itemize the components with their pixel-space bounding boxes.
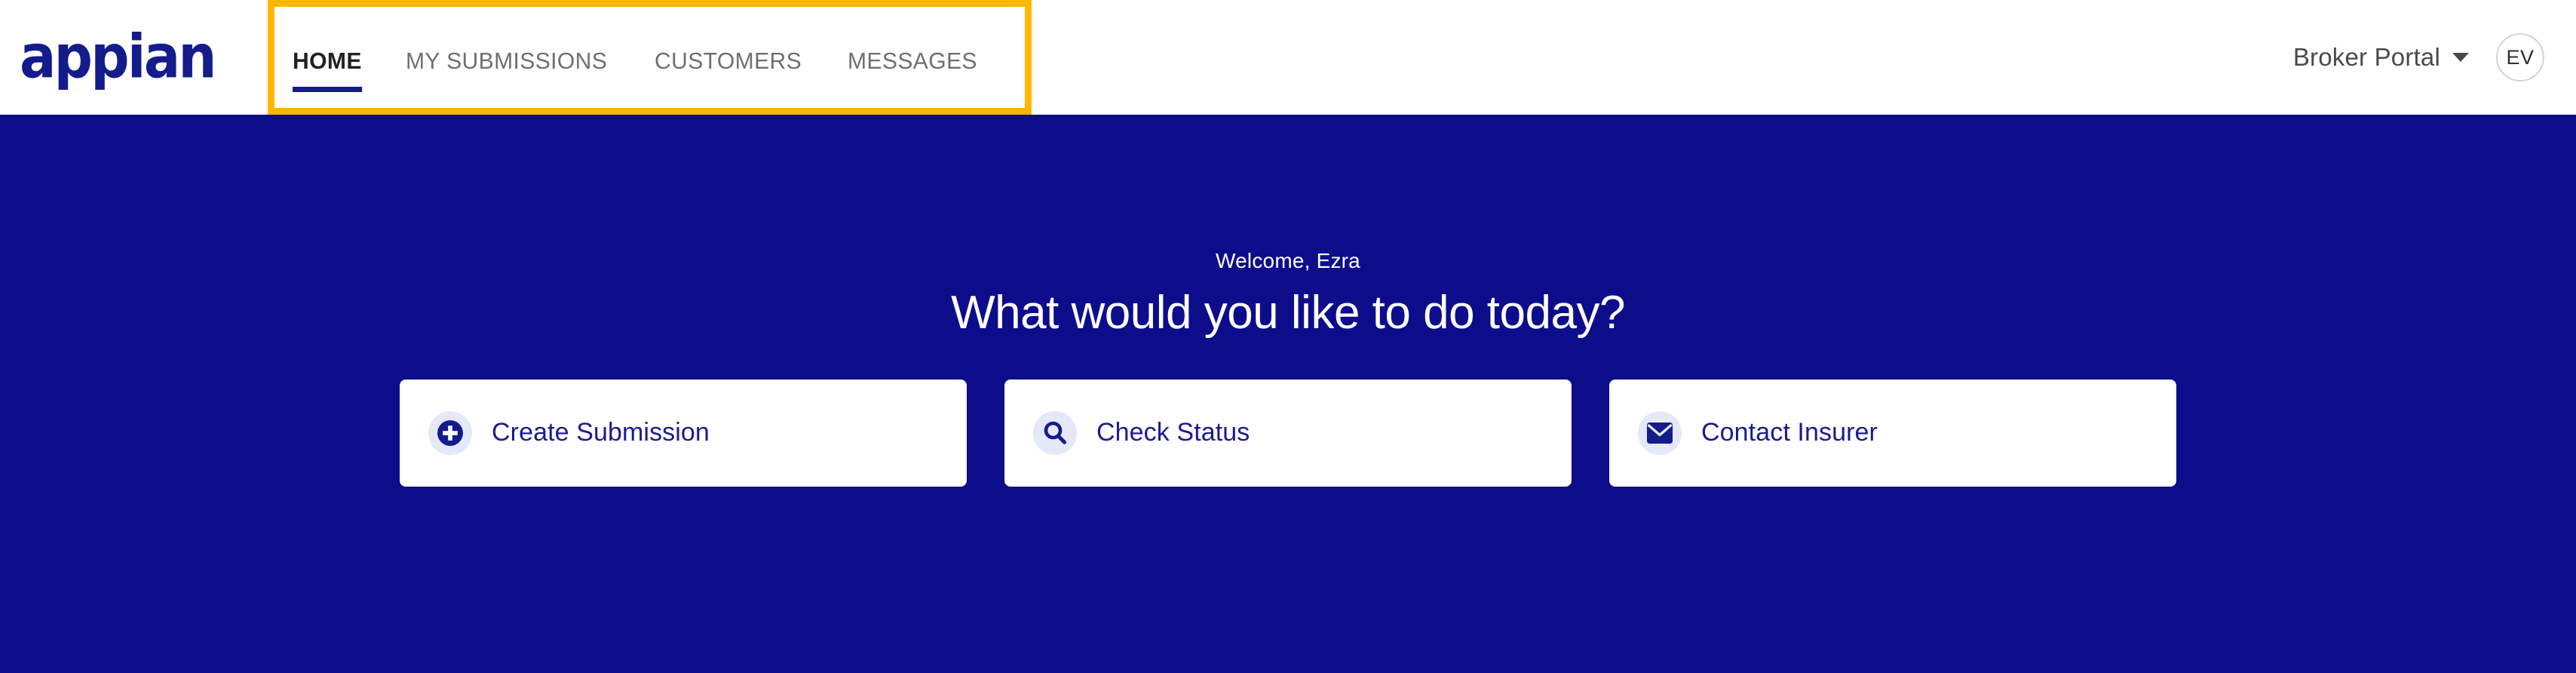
nav-active-underline: [293, 87, 362, 92]
chevron-down-icon: [2452, 53, 2469, 62]
appian-logo-text: appian: [20, 23, 216, 92]
card-create-submission[interactable]: Create Submission: [400, 379, 967, 487]
nav-item-my-submissions-label: MY SUBMISSIONS: [405, 48, 607, 74]
search-icon: [1033, 410, 1077, 455]
nav-item-home-label: HOME: [293, 48, 362, 74]
appian-logo[interactable]: appian: [0, 0, 268, 115]
avatar-initials: EV: [2506, 45, 2535, 69]
broker-portal-page: appian HOME MY SUBMISSIONS CUSTOMERS MES…: [0, 0, 2576, 673]
portal-selector[interactable]: Broker Portal: [2293, 43, 2469, 72]
app-header: appian HOME MY SUBMISSIONS CUSTOMERS MES…: [0, 0, 2576, 115]
envelope-icon: [1638, 410, 1682, 455]
quick-action-cards: Create Submission Check Status Contact I…: [400, 379, 2176, 487]
card-create-submission-label: Create Submission: [492, 418, 710, 447]
avatar[interactable]: EV: [2496, 33, 2544, 81]
nav-item-customers[interactable]: CUSTOMERS: [655, 40, 802, 75]
plus-circle-icon: [428, 410, 472, 455]
nav-item-customers-label: CUSTOMERS: [655, 48, 802, 74]
portal-selector-label: Broker Portal: [2292, 43, 2440, 71]
nav-item-home[interactable]: HOME: [293, 40, 362, 92]
hero-section: Welcome, Ezra What would you like to do …: [0, 115, 2576, 673]
nav-item-messages-label: MESSAGES: [848, 48, 978, 74]
page-title: What would you like to do today?: [951, 287, 1625, 339]
card-contact-insurer-label: Contact Insurer: [1701, 418, 1878, 447]
primary-navigation: HOME MY SUBMISSIONS CUSTOMERS MESSAGES: [268, 0, 1032, 115]
nav-item-my-submissions[interactable]: MY SUBMISSIONS: [406, 40, 607, 75]
nav-item-messages[interactable]: MESSAGES: [848, 40, 977, 75]
header-right-group: Broker Portal EV: [2293, 0, 2576, 115]
welcome-text: Welcome, Ezra: [1216, 249, 1360, 272]
card-check-status[interactable]: Check Status: [1004, 379, 1572, 487]
card-contact-insurer[interactable]: Contact Insurer: [1609, 379, 2176, 487]
card-check-status-label: Check Status: [1096, 418, 1250, 447]
